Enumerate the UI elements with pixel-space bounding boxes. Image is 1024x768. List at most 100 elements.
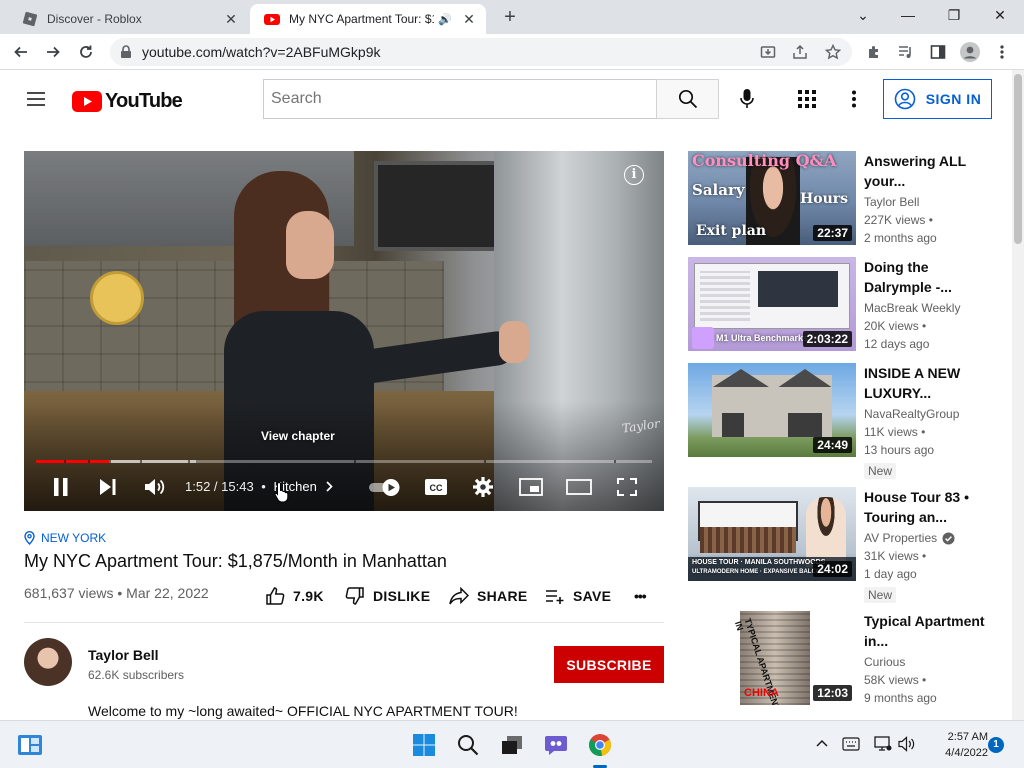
tab-search-icon[interactable]: ⌄: [843, 4, 883, 26]
recommended-channel[interactable]: NavaRealtyGroup: [864, 407, 959, 421]
time-separator: •: [261, 479, 266, 494]
subtitles-button[interactable]: CC: [423, 473, 449, 501]
close-tab-icon[interactable]: ✕: [222, 10, 240, 28]
widgets-button[interactable]: [16, 731, 44, 759]
recommended-title[interactable]: INSIDE A NEW LUXURY...: [864, 363, 994, 403]
channel-avatar[interactable]: [24, 638, 72, 686]
search-input[interactable]: [264, 80, 657, 118]
audio-playing-icon[interactable]: 🔊: [438, 13, 452, 26]
scrollbar-thumb[interactable]: [1014, 74, 1022, 244]
progress-played: [36, 460, 110, 463]
video-thumbnail[interactable]: M1 Ultra Benchmarks 2:03:22: [688, 257, 856, 351]
minimize-button[interactable]: —: [888, 4, 928, 26]
miniplayer-button[interactable]: [518, 473, 544, 501]
youtube-favicon-icon: [264, 14, 280, 25]
autoplay-toggle[interactable]: [367, 473, 403, 501]
chapter-marker: [354, 460, 356, 463]
dislike-button[interactable]: DISLIKE: [345, 585, 430, 607]
video-player[interactable]: i Taylor View chapter 1:52 / 15:43 • Kit…: [24, 151, 664, 511]
profile-button[interactable]: [958, 40, 982, 64]
volume-button[interactable]: [142, 473, 168, 501]
apps-grid-icon[interactable]: [798, 90, 816, 108]
clock[interactable]: 2:57 AM 4/4/2022: [926, 729, 988, 761]
chapter-marker: [484, 460, 486, 463]
recommended-title[interactable]: Doing the Dalrymple -...: [864, 257, 994, 297]
address-bar[interactable]: youtube.com/watch?v=2ABFuMGkp9k: [110, 38, 852, 66]
url-text: youtube.com/watch?v=2ABFuMGkp9k: [142, 44, 381, 60]
extensions-button[interactable]: [862, 40, 886, 64]
video-thumbnail[interactable]: HOUSE TOUR · MANILA SOUTHWOODS ULTRAMODE…: [688, 487, 856, 581]
next-video-button[interactable]: [95, 473, 121, 501]
network-icon[interactable]: [874, 736, 892, 752]
teams-chat-button[interactable]: [542, 731, 570, 759]
side-panel-button[interactable]: [926, 40, 950, 64]
video-thumbnail[interactable]: Consulting Q&A Salary Hours Exit plan 22…: [688, 151, 856, 245]
recommended-video[interactable]: Consulting Q&A Salary Hours Exit plan 22…: [688, 151, 1008, 251]
new-tab-button[interactable]: +: [498, 6, 522, 30]
chrome-taskbar-button[interactable]: [586, 731, 614, 759]
theater-mode-button[interactable]: [566, 473, 592, 501]
recommended-title[interactable]: House Tour 83 • Touring an...: [864, 487, 994, 527]
install-app-icon[interactable]: [760, 44, 776, 60]
youtube-logo[interactable]: YouTube: [72, 90, 183, 113]
closed-captions-icon: CC: [425, 479, 447, 495]
recommended-views: 20K views •: [864, 319, 927, 333]
share-page-icon[interactable]: [792, 44, 808, 60]
hamburger-menu-icon[interactable]: [26, 91, 46, 107]
video-thumbnail[interactable]: 24:49: [688, 363, 856, 457]
more-actions-button[interactable]: •••: [634, 585, 647, 607]
recommended-age: 1 day ago: [864, 567, 917, 581]
share-button[interactable]: SHARE: [449, 585, 528, 607]
pause-button[interactable]: [48, 473, 74, 501]
channel-name[interactable]: Taylor Bell: [88, 647, 159, 663]
tab-roblox[interactable]: Discover - Roblox ✕: [8, 4, 248, 34]
recommended-video[interactable]: M1 Ultra Benchmarks 2:03:22 Doing the Da…: [688, 257, 1008, 357]
chrome-menu-button[interactable]: [990, 40, 1014, 64]
progress-bar[interactable]: [36, 460, 652, 463]
start-button[interactable]: [410, 731, 438, 759]
microphone-icon[interactable]: [739, 88, 755, 110]
recommended-video[interactable]: TYPICAL APARTMENT IN CHINA 12:03 Typical…: [688, 611, 1008, 711]
recommended-channel[interactable]: Curious: [864, 655, 905, 669]
tab-youtube[interactable]: My NYC Apartment Tour: $1 🔊 ✕: [250, 4, 486, 34]
subscribe-button[interactable]: SUBSCRIBE: [554, 646, 664, 683]
like-count: 7.9K: [293, 588, 324, 604]
back-button[interactable]: [9, 40, 33, 64]
keyboard-icon[interactable]: [842, 737, 860, 751]
settings-kebab-icon[interactable]: [852, 90, 856, 108]
video-thumbnail[interactable]: TYPICAL APARTMENT IN CHINA 12:03: [688, 611, 856, 705]
media-control-button[interactable]: [894, 40, 918, 64]
chevron-up-icon[interactable]: [816, 739, 828, 747]
task-view-button[interactable]: [498, 731, 526, 759]
close-window-button[interactable]: ✕: [980, 4, 1020, 26]
search-icon: [678, 89, 697, 109]
recommended-title[interactable]: Typical Apartment in...: [864, 611, 994, 651]
page-scrollbar[interactable]: [1012, 70, 1024, 720]
reload-button[interactable]: [74, 40, 98, 64]
recommended-video[interactable]: HOUSE TOUR · MANILA SOUTHWOODS ULTRAMODE…: [688, 487, 1008, 607]
restore-button[interactable]: ❐: [934, 4, 974, 26]
video-duration: 22:37: [813, 225, 852, 241]
fullscreen-button[interactable]: [614, 473, 640, 501]
video-duration: 24:49: [813, 437, 852, 453]
settings-button[interactable]: [470, 473, 496, 501]
like-button[interactable]: 7.9K: [265, 585, 324, 607]
search-button[interactable]: [656, 79, 719, 119]
sign-in-button[interactable]: SIGN IN: [883, 79, 992, 119]
forward-button[interactable]: [41, 40, 65, 64]
speaker-icon[interactable]: [898, 736, 916, 752]
youtube-logo-text: YouTube: [105, 90, 183, 112]
bookmark-star-icon[interactable]: [825, 44, 841, 60]
save-button[interactable]: SAVE: [545, 585, 611, 607]
recommended-channel[interactable]: MacBreak Weekly: [864, 301, 960, 315]
close-tab-icon[interactable]: ✕: [460, 10, 478, 28]
info-card-icon[interactable]: i: [624, 165, 644, 185]
recommended-channel[interactable]: Taylor Bell: [864, 195, 919, 209]
location-tag[interactable]: NEW YORK: [24, 531, 106, 545]
taskbar-search-button[interactable]: [454, 731, 482, 759]
recommended-channel[interactable]: AV Properties: [864, 531, 955, 545]
recommended-title[interactable]: Answering ALL your...: [864, 151, 994, 191]
hand-cursor-icon: [274, 481, 289, 503]
recommended-video[interactable]: 24:49 INSIDE A NEW LUXURY... NavaRealtyG…: [688, 363, 1008, 483]
notification-badge[interactable]: 1: [988, 737, 1004, 753]
